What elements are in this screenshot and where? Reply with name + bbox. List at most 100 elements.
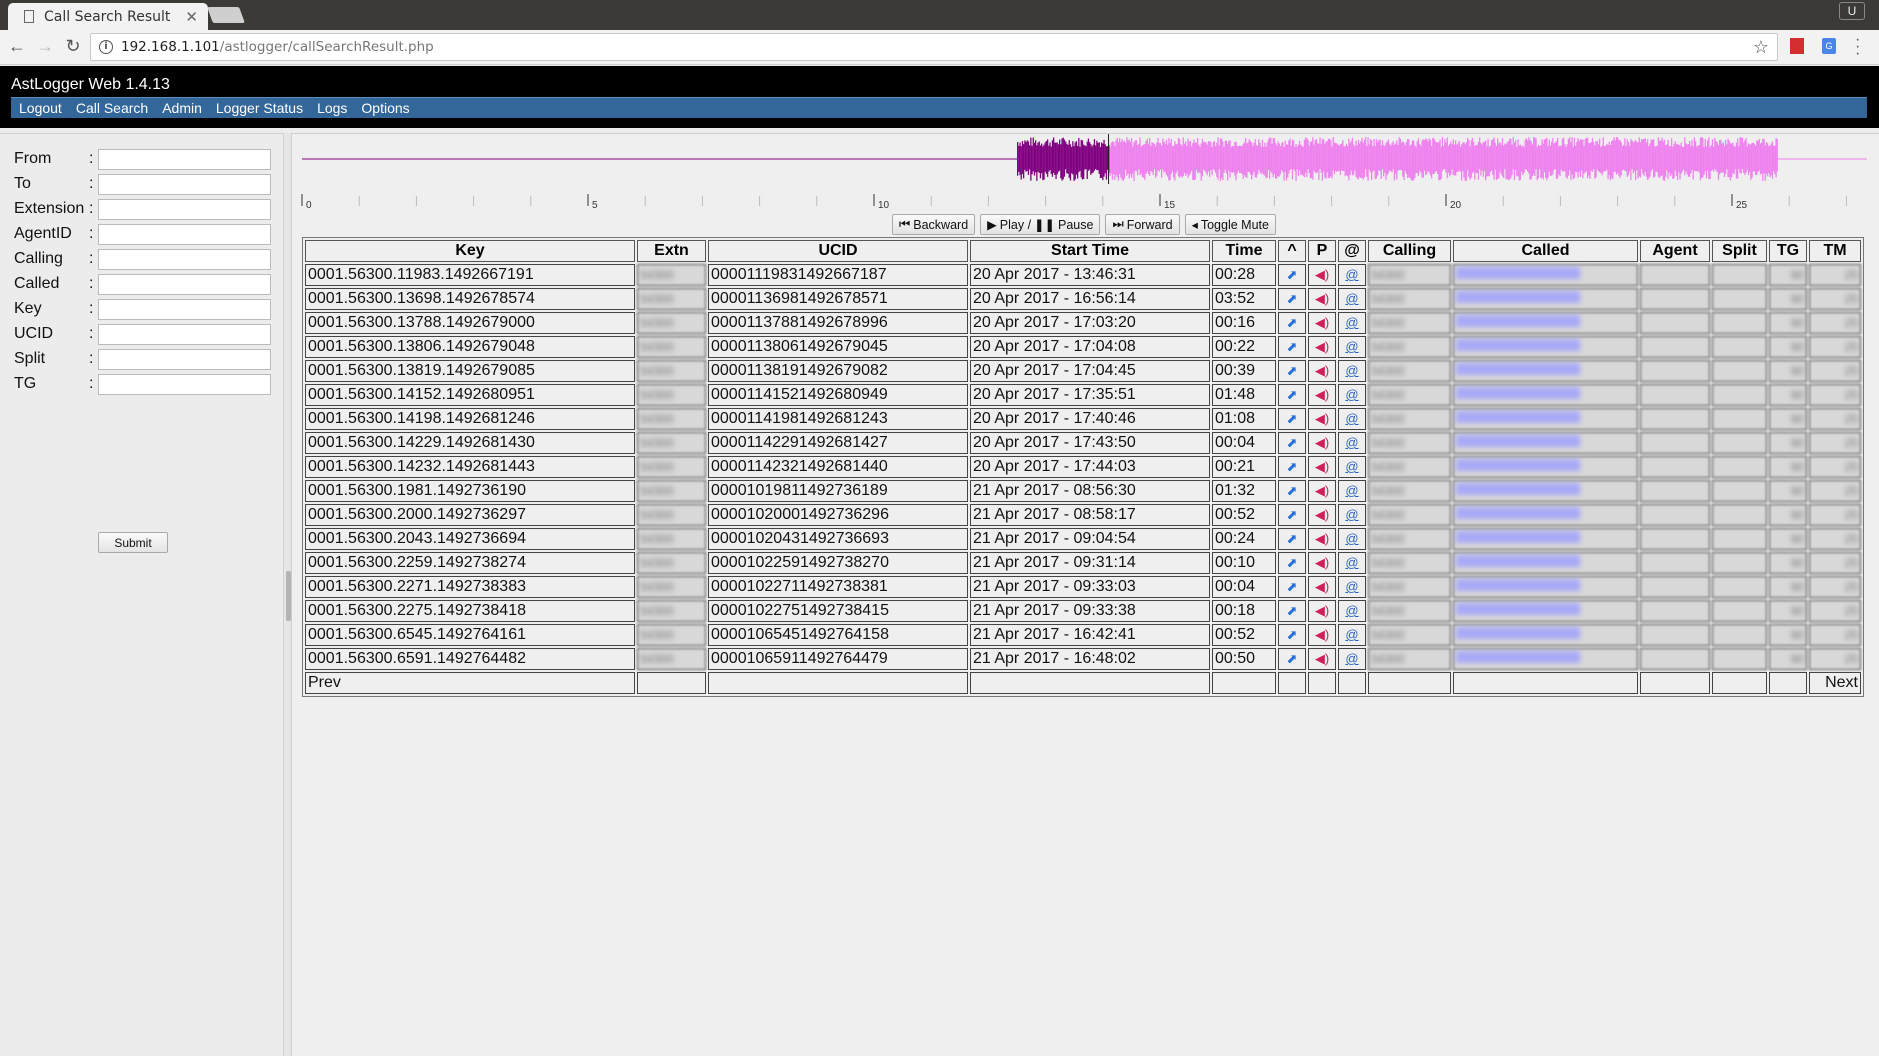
bookmark-star-icon[interactable]: ☆ (1753, 37, 1769, 58)
col-called[interactable]: Called (1453, 240, 1638, 262)
cell-key[interactable]: 0001.56300.6591.1492764482 (305, 648, 635, 670)
browser-menu-icon[interactable]: · · · (1855, 32, 1860, 62)
upload-arrow-icon[interactable]: ⬈ (1281, 387, 1303, 403)
table-row[interactable]: 0001.56300.2275.1492738418 54300 000010227… (305, 600, 1861, 622)
extension-icon[interactable] (1790, 38, 1804, 54)
blurred-link[interactable] (1456, 411, 1580, 423)
blurred-link[interactable] (1456, 459, 1580, 471)
col-key[interactable]: Key (305, 240, 635, 262)
upload-arrow-icon[interactable]: ⬈ (1281, 555, 1303, 571)
blurred-link[interactable] (1456, 291, 1580, 303)
cell-key[interactable]: 0001.56300.14152.1492680951 (305, 384, 635, 406)
tg-input[interactable] (98, 373, 271, 395)
speaker-play-icon[interactable]: ◀) (1311, 435, 1333, 451)
col-extn[interactable]: Extn (637, 240, 706, 262)
email-at-icon[interactable]: @ (1341, 267, 1363, 282)
cell-key[interactable]: 0001.56300.13819.1492679085 (305, 360, 635, 382)
upload-arrow-icon[interactable]: ⬈ (1281, 267, 1303, 283)
cell-key[interactable]: 0001.56300.2259.1492738274 (305, 552, 635, 574)
blurred-link[interactable] (1456, 603, 1580, 615)
back-arrow-icon[interactable]: ← (6, 36, 28, 57)
split-input[interactable] (98, 348, 271, 370)
blurred-link[interactable] (1456, 555, 1580, 567)
email-at-icon[interactable]: @ (1341, 579, 1363, 594)
nav-logs[interactable]: Logs (317, 100, 347, 116)
table-row[interactable]: 0001.56300.14152.1492680951 54300 00001141… (305, 384, 1861, 406)
nav-call-search[interactable]: Call Search (76, 100, 148, 116)
play-pause-button[interactable]: ▶ Play / ❚❚ Pause (980, 214, 1101, 235)
email-at-icon[interactable]: @ (1341, 555, 1363, 570)
col-upload[interactable]: ^ (1278, 240, 1306, 262)
table-row[interactable]: 0001.56300.13806.1492679048 54300 00001138… (305, 336, 1861, 358)
upload-arrow-icon[interactable]: ⬈ (1281, 651, 1303, 667)
called-input[interactable] (98, 273, 271, 295)
speaker-play-icon[interactable]: ◀) (1311, 387, 1333, 403)
blurred-link[interactable] (1456, 627, 1580, 639)
cell-key[interactable]: 0001.56300.2275.1492738418 (305, 600, 635, 622)
col-calling[interactable]: Calling (1368, 240, 1451, 262)
cell-key[interactable]: 0001.56300.13806.1492679048 (305, 336, 635, 358)
cell-key[interactable]: 0001.56300.2271.1492738383 (305, 576, 635, 598)
upload-arrow-icon[interactable]: ⬈ (1281, 339, 1303, 355)
ucid-input[interactable] (98, 323, 271, 345)
upload-arrow-icon[interactable]: ⬈ (1281, 291, 1303, 307)
table-row[interactable]: 0001.56300.2043.1492736694 54300 000010204… (305, 528, 1861, 550)
table-row[interactable]: 0001.56300.11983.1492667191 54300 00001119… (305, 264, 1861, 286)
upload-arrow-icon[interactable]: ⬈ (1281, 315, 1303, 331)
col-tg[interactable]: TG (1769, 240, 1807, 262)
panel-splitter[interactable] (284, 133, 292, 1056)
upload-arrow-icon[interactable]: ⬈ (1281, 627, 1303, 643)
speaker-play-icon[interactable]: ◀) (1311, 555, 1333, 571)
close-tab-icon[interactable]: ✕ (185, 8, 198, 26)
speaker-play-icon[interactable]: ◀) (1311, 483, 1333, 499)
upload-arrow-icon[interactable]: ⬈ (1281, 507, 1303, 523)
email-at-icon[interactable]: @ (1341, 315, 1363, 330)
email-at-icon[interactable]: @ (1341, 411, 1363, 426)
email-at-icon[interactable]: @ (1341, 483, 1363, 498)
email-at-icon[interactable]: @ (1341, 339, 1363, 354)
from-input[interactable] (98, 148, 271, 170)
speaker-play-icon[interactable]: ◀) (1311, 579, 1333, 595)
cell-key[interactable]: 0001.56300.2000.1492736297 (305, 504, 635, 526)
cell-key[interactable]: 0001.56300.14229.1492681430 (305, 432, 635, 454)
cell-key[interactable]: 0001.56300.13698.1492678574 (305, 288, 635, 310)
blurred-link[interactable] (1456, 531, 1580, 543)
speaker-play-icon[interactable]: ◀) (1311, 459, 1333, 475)
col-split[interactable]: Split (1712, 240, 1767, 262)
cell-key[interactable]: 0001.56300.1981.1492736190 (305, 480, 635, 502)
table-row[interactable]: 0001.56300.6545.1492764161 54300 000010654… (305, 624, 1861, 646)
blurred-link[interactable] (1456, 651, 1580, 663)
speaker-play-icon[interactable]: ◀) (1311, 651, 1333, 667)
col-start-time[interactable]: Start Time (970, 240, 1210, 262)
upload-arrow-icon[interactable]: ⬈ (1281, 603, 1303, 619)
email-at-icon[interactable]: @ (1341, 651, 1363, 666)
table-row[interactable]: 0001.56300.2271.1492738383 54300 000010227… (305, 576, 1861, 598)
col-play[interactable]: P (1308, 240, 1336, 262)
nav-admin[interactable]: Admin (162, 100, 202, 116)
translate-extension-icon[interactable]: G (1822, 38, 1836, 54)
nav-options[interactable]: Options (361, 100, 409, 116)
blurred-link[interactable] (1456, 579, 1580, 591)
email-at-icon[interactable]: @ (1341, 363, 1363, 378)
table-row[interactable]: 0001.56300.14232.1492681443 54300 00001142… (305, 456, 1861, 478)
col-agent[interactable]: Agent (1640, 240, 1710, 262)
table-row[interactable]: 0001.56300.2000.1492736297 54300 000010200… (305, 504, 1861, 526)
email-at-icon[interactable]: @ (1341, 387, 1363, 402)
table-row[interactable]: 0001.56300.1981.1492736190 54300 000010198… (305, 480, 1861, 502)
email-at-icon[interactable]: @ (1341, 531, 1363, 546)
nav-logger-status[interactable]: Logger Status (216, 100, 303, 116)
cell-key[interactable]: 0001.56300.6545.1492764161 (305, 624, 635, 646)
col-email[interactable]: @ (1338, 240, 1366, 262)
browser-tab[interactable]: Call Search Result ✕ (8, 3, 208, 30)
cell-key[interactable]: 0001.56300.13788.1492679000 (305, 312, 635, 334)
upload-arrow-icon[interactable]: ⬈ (1281, 435, 1303, 451)
toggle-mute-button[interactable]: ◂ Toggle Mute (1184, 214, 1276, 235)
address-bar[interactable]: i 192.168.1.101/astlogger/callSearchResu… (90, 33, 1778, 61)
table-row[interactable]: 0001.56300.13788.1492679000 54300 00001137… (305, 312, 1861, 334)
info-icon[interactable]: i (99, 40, 113, 54)
table-row[interactable]: 0001.56300.2259.1492738274 54300 000010225… (305, 552, 1861, 574)
upload-arrow-icon[interactable]: ⬈ (1281, 411, 1303, 427)
calling-input[interactable] (98, 248, 271, 270)
blurred-link[interactable] (1456, 339, 1580, 351)
blurred-link[interactable] (1456, 435, 1580, 447)
